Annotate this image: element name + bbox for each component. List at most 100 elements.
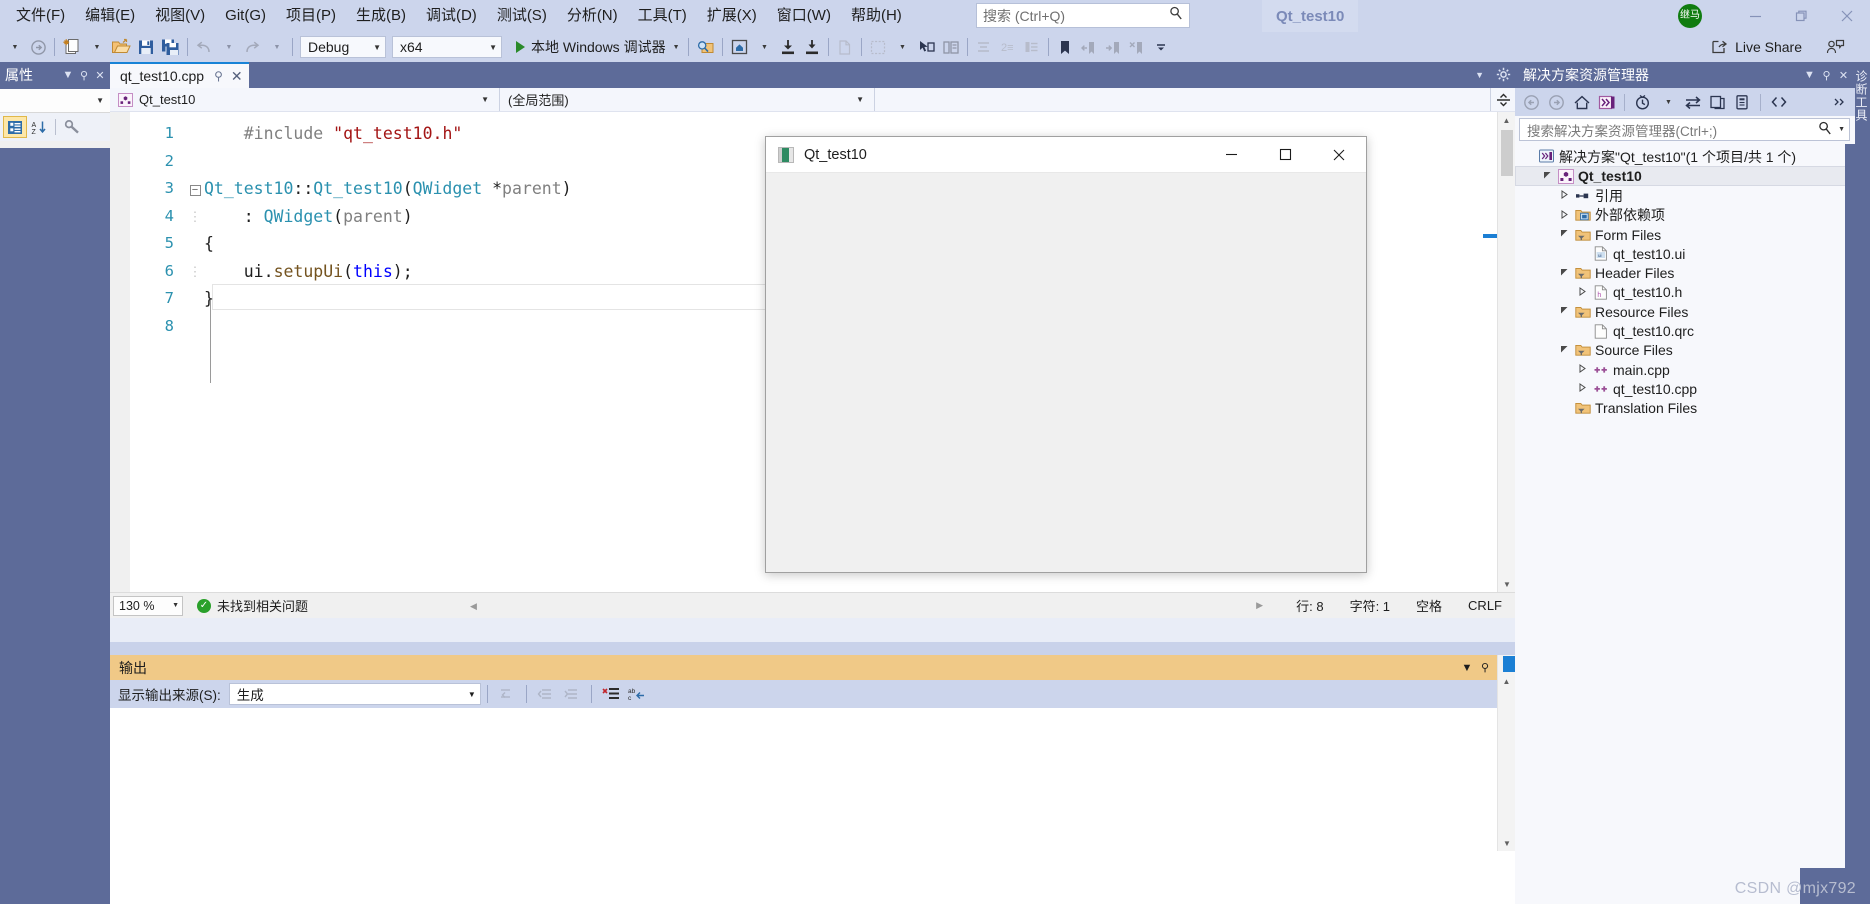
- scrollbar-thumb[interactable]: [1501, 130, 1513, 176]
- split-editor-button[interactable]: [1491, 88, 1515, 111]
- switch-views-icon[interactable]: [1594, 90, 1619, 114]
- editor-vertical-scrollbar[interactable]: ▲ ▼: [1497, 112, 1515, 592]
- scroll-down-icon[interactable]: ▼: [1498, 576, 1516, 592]
- pending-changes-icon[interactable]: [1630, 90, 1655, 114]
- tree-item[interactable]: Source Files: [1515, 341, 1855, 360]
- menu-item-11[interactable]: 窗口(W): [767, 3, 841, 29]
- tree-item[interactable]: Resource Files: [1515, 302, 1855, 321]
- alphabetical-sort-icon[interactable]: AZ: [27, 116, 51, 138]
- tree-item[interactable]: 外部依赖项: [1515, 206, 1855, 225]
- select-tool-icon[interactable]: [914, 34, 939, 60]
- fold-collapse-icon[interactable]: −: [186, 175, 204, 203]
- horizontal-scroll-left-icon[interactable]: ◀: [470, 601, 477, 612]
- menu-item-4[interactable]: 项目(P): [276, 3, 346, 29]
- line-ending-indicator[interactable]: CRLF: [1455, 598, 1515, 613]
- menu-item-6[interactable]: 调试(D): [416, 3, 487, 29]
- attach-to-process-icon[interactable]: [693, 34, 718, 60]
- tree-item[interactable]: main.cpp: [1515, 360, 1855, 379]
- tree-item[interactable]: Form Files: [1515, 225, 1855, 244]
- chevron-down-icon[interactable]: ▼: [60, 69, 76, 81]
- editor-tab-qt_test10-cpp[interactable]: qt_test10.cpp ⚲ ✕: [110, 62, 249, 88]
- refresh-icon[interactable]: [1705, 90, 1730, 114]
- redo-dropdown[interactable]: ▼: [264, 34, 288, 60]
- toolbar-overflow-icon[interactable]: [1827, 90, 1852, 114]
- menu-item-12[interactable]: 帮助(H): [841, 3, 912, 29]
- scroll-up-icon[interactable]: ▲: [1498, 673, 1515, 689]
- menu-item-10[interactable]: 扩展(X): [697, 3, 767, 29]
- quick-search-box[interactable]: 搜索 (Ctrl+Q): [976, 3, 1190, 28]
- navigate-forward-icon[interactable]: [26, 34, 50, 60]
- solution-configuration-combo[interactable]: Debug ▼: [300, 36, 386, 58]
- categorized-view-icon[interactable]: [3, 116, 27, 138]
- pin-icon[interactable]: ⚲: [1818, 69, 1835, 82]
- qt-application-window[interactable]: Qt_test10: [765, 136, 1367, 573]
- toolbar-overflow-caret[interactable]: ▼: [2, 34, 26, 60]
- clear-bookmarks-icon[interactable]: [1125, 34, 1149, 60]
- pending-changes-dropdown[interactable]: ▼: [1655, 90, 1680, 114]
- start-debug-button[interactable]: 本地 Windows 调试器 ▼: [511, 34, 684, 60]
- undo-dropdown[interactable]: ▼: [216, 34, 240, 60]
- horizontal-scroll-right-icon[interactable]: ▶: [1256, 600, 1263, 611]
- menu-item-3[interactable]: Git(G): [215, 3, 276, 29]
- step-into-icon[interactable]: [776, 34, 800, 60]
- chevron-collapsed-icon[interactable]: [1575, 383, 1590, 394]
- scroll-up-icon[interactable]: ▲: [1498, 112, 1515, 128]
- tab-diagnostic-tools[interactable]: 诊断工具: [1854, 70, 1870, 122]
- toggle-word-wrap-icon[interactable]: ab c: [624, 682, 650, 706]
- properties-window-icon[interactable]: [1730, 90, 1755, 114]
- navbar-scope-combo[interactable]: Qt_test10 ▼: [110, 88, 500, 111]
- chevron-expanded-icon[interactable]: [1557, 306, 1572, 317]
- chevron-expanded-icon[interactable]: [1540, 171, 1555, 182]
- chevron-expanded-icon[interactable]: [1557, 345, 1572, 356]
- chevron-collapsed-icon[interactable]: [1557, 209, 1572, 221]
- search-icon[interactable]: [1818, 121, 1832, 138]
- tree-item[interactable]: h qt_test10.h: [1515, 283, 1855, 302]
- close-icon[interactable]: ✕: [92, 69, 108, 82]
- go-to-message-icon[interactable]: [494, 682, 520, 706]
- next-message-icon[interactable]: [559, 682, 585, 706]
- tree-item[interactable]: ui qt_test10.ui: [1515, 244, 1855, 263]
- solution-explorer-search-input[interactable]: 搜索解决方案资源管理器(Ctrl+;) ▼: [1519, 118, 1850, 141]
- step-over-icon[interactable]: [800, 34, 824, 60]
- close-icon[interactable]: ✕: [231, 68, 243, 85]
- scroll-down-icon[interactable]: ▼: [1498, 835, 1516, 851]
- step-home-icon[interactable]: [727, 34, 752, 60]
- qt-minimize-button[interactable]: [1204, 137, 1258, 173]
- navigate-back-icon[interactable]: [1519, 90, 1544, 114]
- menu-item-9[interactable]: 工具(T): [628, 3, 697, 29]
- close-icon[interactable]: ✕: [1835, 69, 1852, 82]
- new-project-dropdown[interactable]: ▼: [84, 34, 108, 60]
- save-icon[interactable]: [134, 34, 158, 60]
- pin-icon[interactable]: ⚲: [1476, 661, 1494, 674]
- chevron-down-icon[interactable]: ▼: [1458, 662, 1476, 674]
- pin-icon[interactable]: ⚲: [214, 69, 223, 83]
- navbar-third-combo[interactable]: [875, 88, 1491, 111]
- save-all-icon[interactable]: [158, 34, 183, 60]
- solution-platform-combo[interactable]: x64 ▼: [392, 36, 502, 58]
- chevron-expanded-icon[interactable]: [1557, 229, 1572, 240]
- chevron-collapsed-icon[interactable]: [1575, 286, 1590, 298]
- redo-icon[interactable]: [240, 34, 264, 60]
- tree-item[interactable]: 解决方案"Qt_test10"(1 个项目/共 1 个): [1515, 147, 1855, 166]
- property-pages-icon[interactable]: [60, 116, 84, 138]
- feedback-icon[interactable]: [1823, 34, 1848, 60]
- chevron-collapsed-icon[interactable]: [1557, 190, 1572, 201]
- previous-bookmark-icon[interactable]: [1077, 34, 1101, 60]
- menu-item-7[interactable]: 测试(S): [487, 3, 557, 29]
- layout-icon[interactable]: [1020, 34, 1044, 60]
- new-file-dim-icon[interactable]: [833, 34, 857, 60]
- new-project-icon[interactable]: [59, 34, 84, 60]
- home-icon[interactable]: [1569, 90, 1594, 114]
- account-avatar[interactable]: 继马: [1678, 4, 1702, 28]
- open-file-icon[interactable]: [108, 34, 134, 60]
- chevron-down-icon[interactable]: ▼: [1475, 70, 1484, 80]
- tree-item[interactable]: Header Files: [1515, 263, 1855, 282]
- tree-item[interactable]: qt_test10.cpp: [1515, 379, 1855, 398]
- output-vertical-scrollbar[interactable]: ▲ ▼: [1497, 655, 1515, 851]
- chevron-expanded-icon[interactable]: [1557, 268, 1572, 279]
- chevron-collapsed-icon[interactable]: [1575, 364, 1590, 375]
- menu-item-1[interactable]: 编辑(E): [75, 3, 145, 29]
- navbar-member-combo[interactable]: (全局范围) ▼: [500, 88, 875, 111]
- zoom-level-combo[interactable]: 130 % ▼: [113, 595, 183, 616]
- output-panel-content[interactable]: [110, 708, 1515, 904]
